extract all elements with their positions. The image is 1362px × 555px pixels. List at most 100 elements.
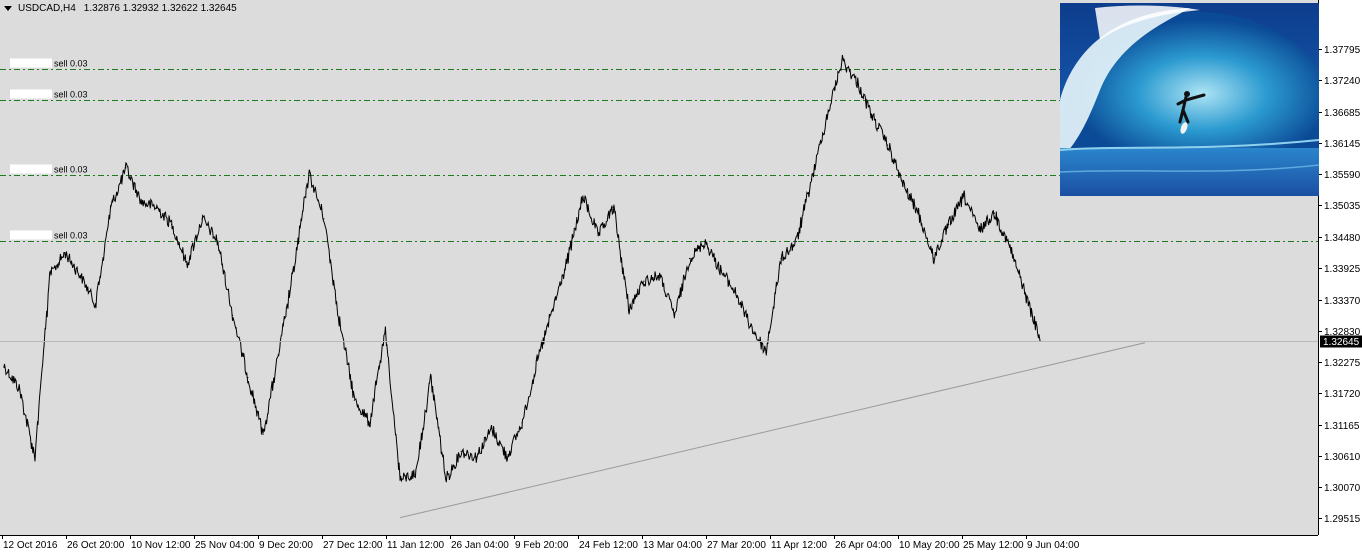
order-level-mask — [10, 230, 52, 240]
y-tick-label: 1.29515 — [1324, 514, 1361, 525]
order-level-label: sell 0.03 — [54, 90, 88, 100]
price-point — [292, 269, 295, 271]
y-tick-label: 1.33370 — [1324, 296, 1361, 307]
y-tick-label: 1.37795 — [1324, 45, 1361, 56]
x-tick-label: 13 Mar 04:00 — [643, 540, 702, 551]
price-point — [734, 291, 736, 294]
price-point — [1008, 246, 1011, 248]
price-point — [704, 240, 706, 243]
triangle-down-icon[interactable] — [4, 6, 12, 11]
order-level-label: sell 0.03 — [54, 231, 88, 241]
x-tick-label: 11 Jan 12:00 — [387, 540, 445, 551]
price-point — [963, 195, 965, 197]
price-point — [536, 360, 538, 362]
price-point — [765, 351, 767, 353]
x-tick-label: 9 Jun 04:00 — [1027, 540, 1080, 551]
price-point — [749, 325, 752, 328]
price-point — [353, 399, 355, 401]
price-point — [795, 240, 797, 243]
price-point — [948, 223, 950, 226]
price-point — [155, 206, 157, 209]
y-tick-label: 1.30610 — [1324, 452, 1361, 463]
price-point — [33, 456, 36, 458]
price-point — [506, 456, 508, 458]
price-point — [887, 144, 889, 146]
symbol-label: USDCAD,H4 — [18, 3, 76, 14]
y-tick-label: 1.37240 — [1324, 76, 1361, 87]
price-point — [94, 303, 96, 305]
price-point — [414, 473, 416, 475]
price-point — [1024, 291, 1026, 294]
price-point — [3, 365, 5, 367]
x-tick-label: 10 May 20:00 — [899, 540, 960, 551]
price-point — [932, 257, 935, 260]
price-point — [521, 422, 523, 424]
x-tick-label: 26 Oct 20:00 — [67, 540, 125, 551]
price-point — [201, 218, 203, 220]
current-price-label: 1.32645 — [1323, 337, 1360, 348]
price-point — [567, 257, 569, 260]
price-point — [399, 479, 401, 481]
price-point — [430, 377, 432, 379]
price-point — [445, 479, 447, 481]
price-point — [460, 450, 462, 452]
order-level-label: sell 0.03 — [54, 165, 88, 175]
order-level-mask — [10, 58, 52, 68]
y-tick-label: 1.35035 — [1324, 201, 1361, 212]
symbol-header[interactable]: USDCAD,H4 1.32876 1.32932 1.32622 1.3264… — [4, 3, 237, 14]
x-tick-label: 12 Oct 2016 — [3, 540, 58, 551]
surfer-wave-image — [1059, 3, 1320, 196]
price-point — [826, 116, 828, 118]
price-point — [597, 235, 599, 237]
price-point — [323, 218, 325, 220]
price-point — [64, 252, 66, 254]
price-chart[interactable]: sell 0.03 sell 0.03 sell 0.03 sell 0.03 1.3… — [0, 0, 1362, 555]
x-tick-label: 9 Feb 20:00 — [515, 540, 569, 551]
ohlc-values: 1.32876 1.32932 1.32622 1.32645 — [83, 3, 237, 14]
price-point — [18, 388, 20, 390]
price-point — [993, 212, 995, 214]
x-tick-label: 26 Apr 04:00 — [835, 540, 892, 551]
x-tick-label: 10 Nov 12:00 — [131, 540, 191, 551]
x-tick-label: 9 Dec 20:00 — [259, 540, 313, 551]
price-point — [628, 308, 630, 311]
price-point — [338, 320, 340, 322]
y-tick-label: 1.35590 — [1324, 170, 1361, 181]
price-point — [643, 280, 645, 282]
price-point — [49, 274, 51, 277]
x-tick-label: 25 Nov 04:00 — [195, 540, 255, 551]
price-point — [247, 377, 249, 379]
price-point — [140, 201, 142, 203]
price-point — [369, 422, 371, 424]
price-point — [689, 257, 691, 260]
price-point — [856, 82, 858, 84]
y-tick-label: 1.31165 — [1324, 421, 1360, 432]
price-point — [79, 274, 81, 277]
price-point — [125, 167, 127, 169]
price-point — [551, 308, 554, 311]
y-tick-label: 1.36145 — [1324, 139, 1361, 150]
price-point — [110, 206, 112, 209]
price-point — [171, 223, 173, 226]
price-point — [902, 184, 904, 186]
x-tick-label: 27 Mar 20:00 — [707, 540, 766, 551]
x-tick-label: 25 May 12:00 — [963, 540, 1024, 551]
price-point — [780, 257, 782, 260]
x-tick-label: 26 Jan 04:00 — [451, 540, 509, 551]
price-point — [186, 263, 188, 265]
price-point — [810, 178, 813, 180]
order-level-mask — [10, 89, 52, 99]
price-point — [871, 116, 874, 118]
y-tick-label: 1.34480 — [1324, 233, 1361, 244]
y-tick-label: 1.31720 — [1324, 389, 1361, 400]
y-tick-label: 1.33925 — [1324, 264, 1361, 275]
price-point — [658, 274, 660, 277]
y-tick-label: 1.30070 — [1324, 483, 1361, 494]
price-point — [917, 212, 919, 214]
y-tick-label: 1.36685 — [1324, 108, 1361, 119]
price-point — [216, 240, 218, 243]
price-point — [308, 172, 310, 174]
price-point — [231, 314, 234, 316]
order-level-label: sell 0.03 — [54, 59, 88, 69]
x-tick-label: 27 Dec 12:00 — [323, 540, 383, 551]
